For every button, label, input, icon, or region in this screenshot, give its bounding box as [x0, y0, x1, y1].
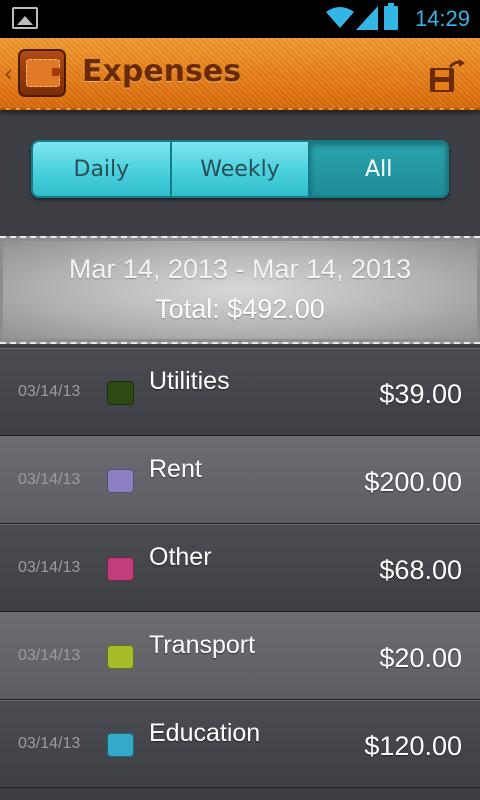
expense-row[interactable]: 03/14/13 Transport $20.00 [0, 612, 480, 700]
back-chevron-icon[interactable]: ‹ [4, 62, 13, 87]
status-time: 14:29 [414, 6, 470, 31]
summary-panel: Mar 14, 2013 - Mar 14, 2013 Total: $492.… [0, 236, 480, 344]
expense-amount: $120.00 [364, 731, 462, 761]
expense-row[interactable]: 03/14/13 Utilities $39.00 [0, 348, 480, 436]
expense-category: Rent [149, 455, 202, 483]
expense-row[interactable]: 03/14/13 Education $120.00 [0, 700, 480, 788]
expense-amount: $200.00 [364, 467, 462, 497]
tab-all[interactable]: All [310, 142, 447, 196]
status-bar: 14:29 [0, 0, 480, 38]
category-color-swatch [107, 469, 134, 493]
expense-amount: $20.00 [379, 643, 462, 673]
expense-date: 03/14/13 [18, 383, 81, 400]
category-color-swatch [107, 733, 134, 757]
page-title: Expenses [82, 54, 242, 89]
category-color-swatch [107, 557, 134, 581]
category-color-swatch [107, 645, 134, 669]
expense-list: 03/14/13 Utilities $39.00 03/14/13 Rent … [0, 348, 480, 800]
expense-category: Other [149, 543, 212, 571]
expense-date: 03/14/13 [18, 735, 81, 752]
expense-row[interactable]: 03/14/13 Rent $200.00 [0, 436, 480, 524]
tab-weekly[interactable]: Weekly [171, 142, 311, 196]
expense-row[interactable]: 03/14/13 Other $68.00 [0, 524, 480, 612]
expense-category: Utilities [149, 367, 230, 395]
tab-daily[interactable]: Daily [33, 142, 172, 196]
save-export-icon[interactable] [428, 58, 466, 94]
battery-icon [384, 3, 398, 30]
expense-date: 03/14/13 [18, 471, 81, 488]
gallery-icon [12, 7, 38, 29]
expense-date: 03/14/13 [18, 647, 81, 664]
total-amount: Total: $492.00 [155, 294, 325, 324]
period-tabs: Daily Weekly All [31, 140, 449, 198]
signal-icon [356, 6, 378, 30]
expense-amount: $39.00 [379, 379, 462, 409]
wifi-icon [326, 7, 354, 28]
expense-amount: $68.00 [379, 555, 462, 585]
expense-date: 03/14/13 [18, 559, 81, 576]
category-color-swatch [107, 381, 134, 405]
expense-category: Education [149, 719, 261, 747]
date-range: Mar 14, 2013 - Mar 14, 2013 [68, 254, 412, 284]
expense-category: Transport [149, 631, 256, 659]
wallet-icon[interactable] [18, 49, 66, 97]
app-header: ‹ Expenses [0, 38, 480, 110]
